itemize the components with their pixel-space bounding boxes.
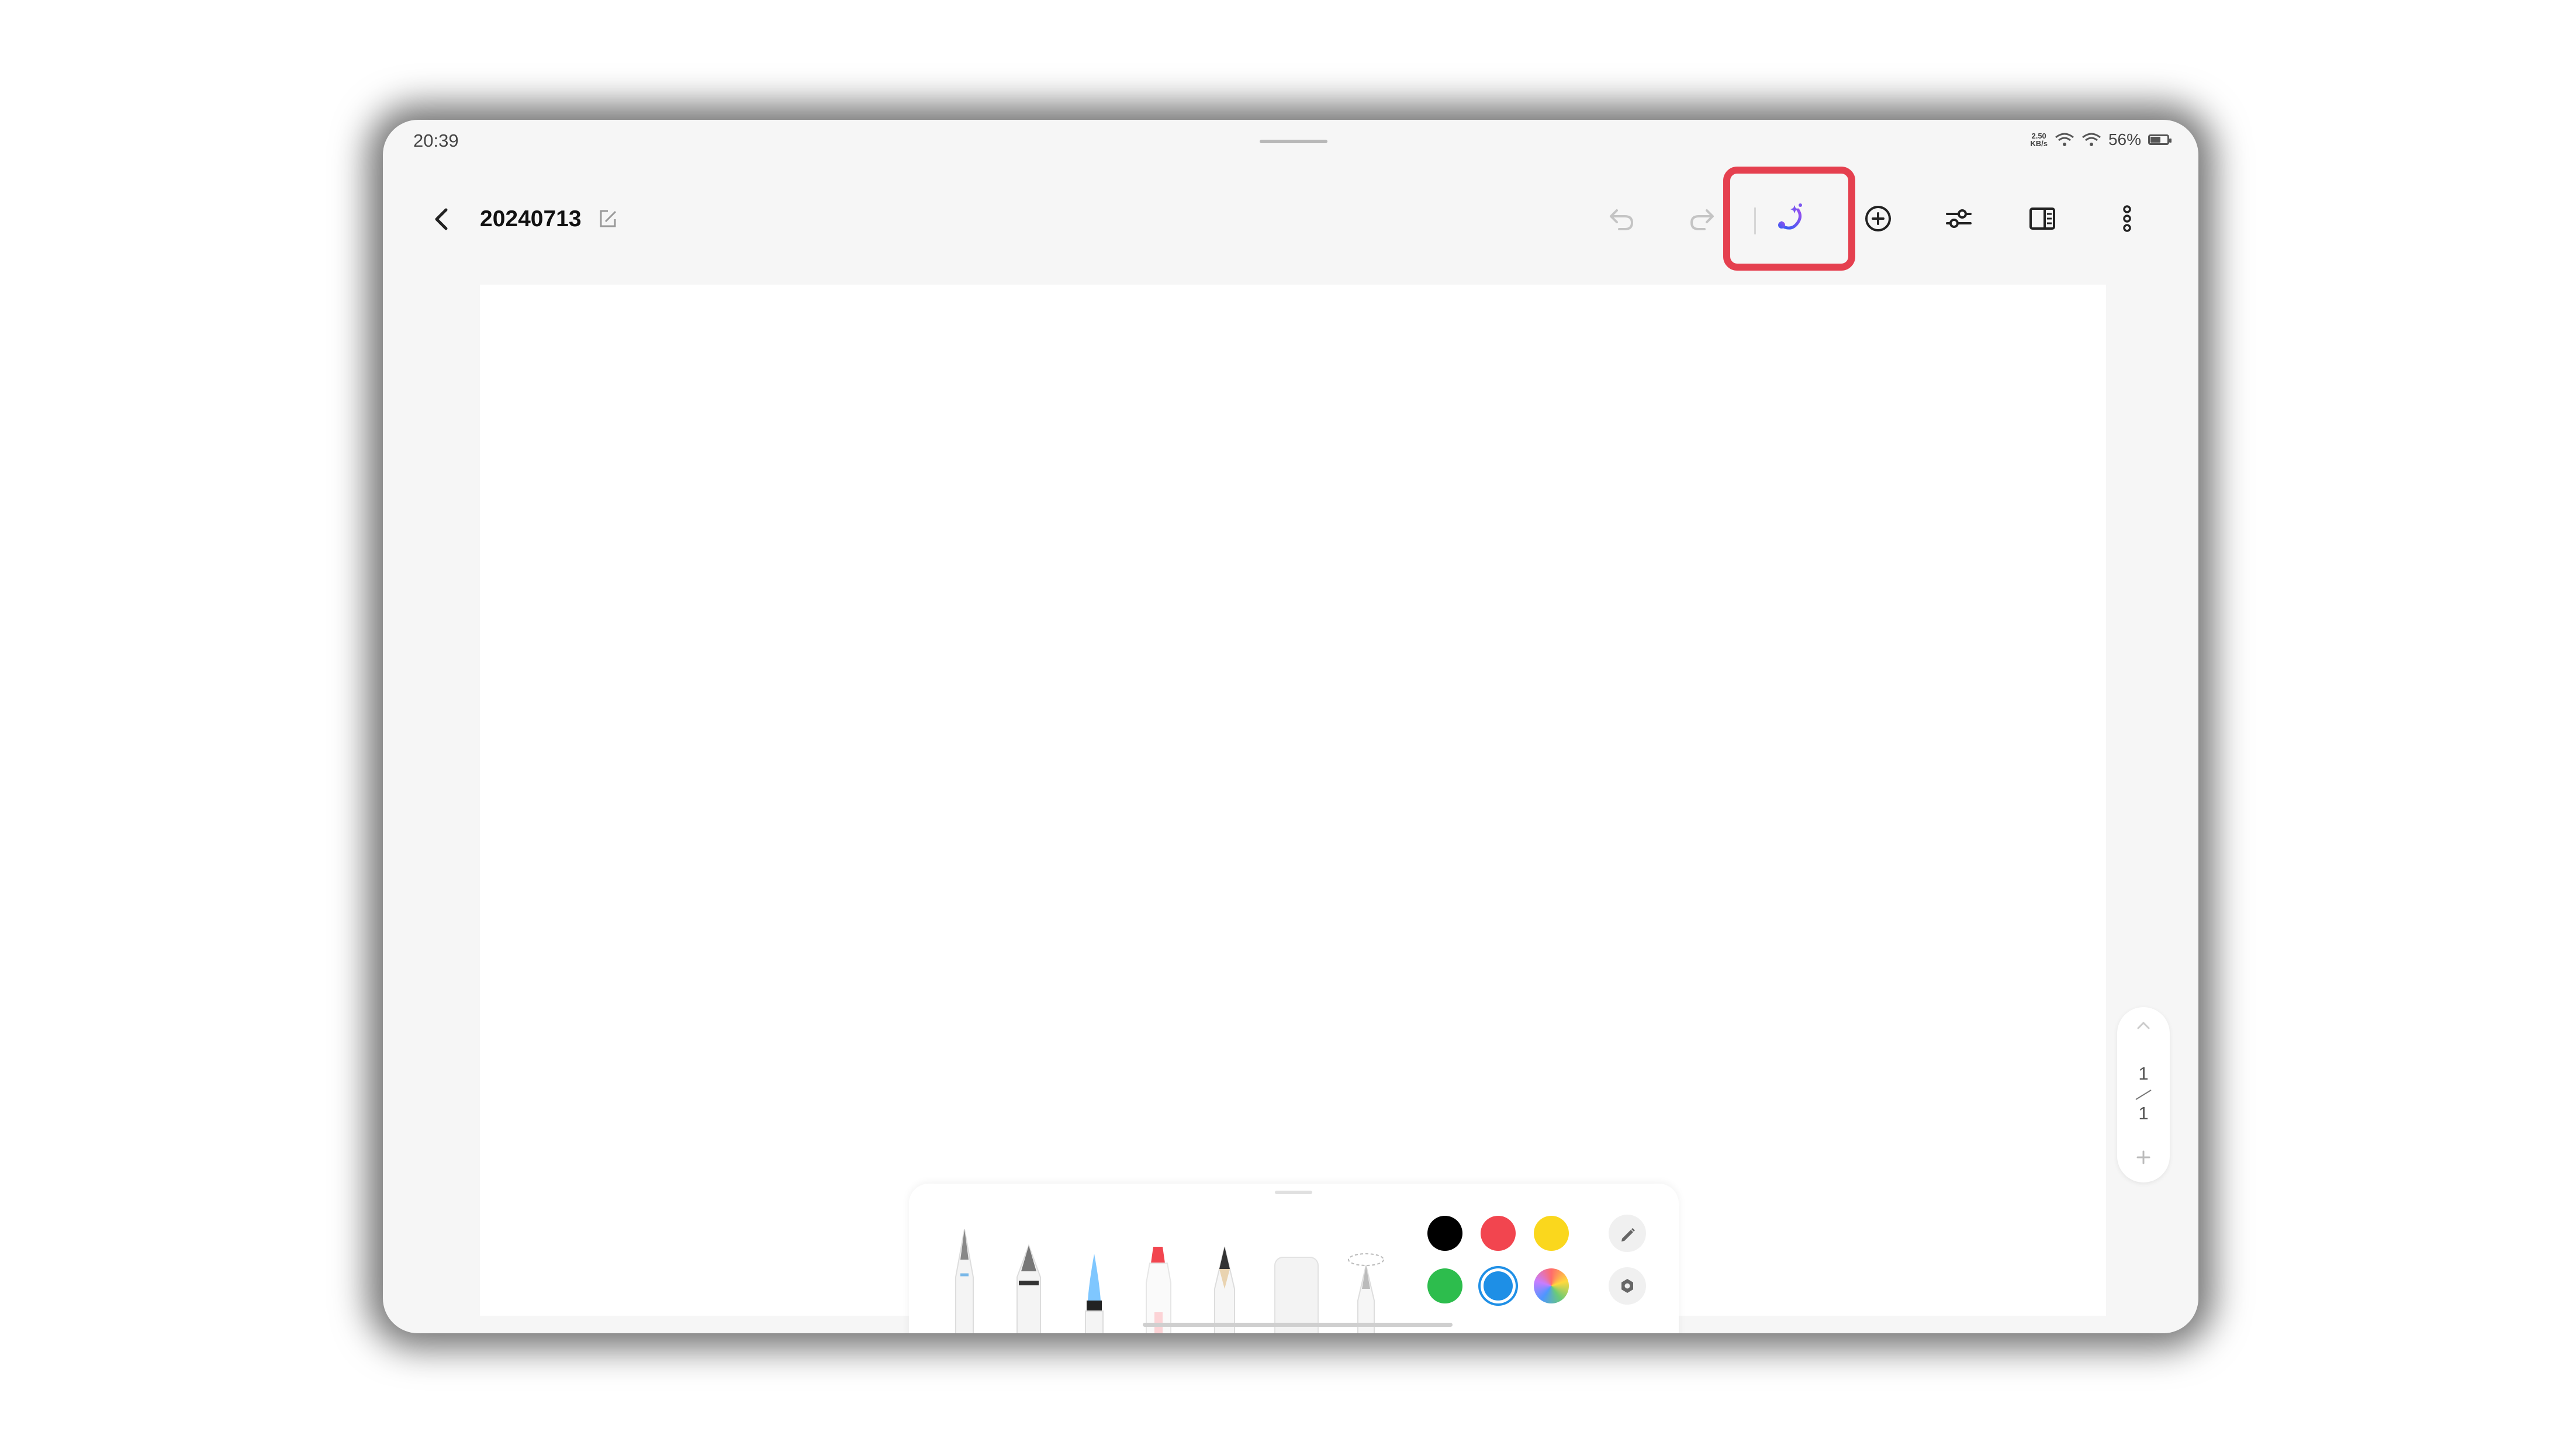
add-button[interactable] <box>1855 196 1901 241</box>
back-button[interactable] <box>425 202 460 237</box>
page-up-icon[interactable] <box>2135 1020 2152 1032</box>
toolbar-grip[interactable] <box>1275 1191 1312 1194</box>
eraser-tool[interactable] <box>1271 1254 1322 1333</box>
page-total: 1 <box>2138 1103 2149 1123</box>
redo-icon <box>1690 209 1714 230</box>
back-icon <box>435 208 448 230</box>
status-time: 20:39 <box>413 130 459 151</box>
page-navigator: 1 1 <box>2117 1007 2170 1182</box>
rename-button[interactable] <box>596 208 620 231</box>
more-button[interactable] <box>2104 196 2150 241</box>
brush-pen-tool[interactable] <box>1074 1248 1115 1333</box>
color-yellow-swatch[interactable] <box>1534 1216 1569 1251</box>
home-indicator[interactable] <box>1143 1323 1453 1327</box>
signal-icon <box>2055 133 2074 146</box>
add-icon <box>1865 206 1891 231</box>
drawing-canvas[interactable] <box>480 285 2106 1316</box>
add-page-icon[interactable] <box>2134 1147 2153 1167</box>
battery-percent: 56% <box>2108 130 2141 148</box>
color-red-swatch[interactable] <box>1481 1216 1516 1251</box>
rename-icon <box>600 210 617 227</box>
highlight-box <box>1723 167 1855 271</box>
toolbar-settings-button[interactable] <box>1609 1267 1646 1305</box>
redo-button[interactable] <box>1679 196 1725 241</box>
color-black-swatch[interactable] <box>1427 1216 1462 1251</box>
page-slash <box>2135 1090 2152 1100</box>
color-palette-swatch[interactable] <box>1534 1268 1569 1303</box>
ballpoint-pen-tool[interactable] <box>944 1225 985 1333</box>
adjust-icon <box>1946 209 1972 228</box>
pen-toolbar <box>909 1184 1679 1333</box>
color-blue-swatch[interactable] <box>1484 1271 1513 1301</box>
battery-icon <box>2148 134 2172 145</box>
lasso-tool[interactable] <box>1343 1248 1389 1333</box>
highlighter-tool[interactable] <box>1138 1242 1179 1333</box>
split-view-icon <box>2029 208 2055 230</box>
fountain-pen-tool[interactable] <box>1008 1242 1049 1333</box>
wifi-icon <box>2082 133 2101 146</box>
more-icon <box>2123 205 2131 232</box>
net-speed: 2.50 KB/s <box>2030 132 2048 148</box>
page-current: 1 <box>2138 1063 2149 1084</box>
adjust-button[interactable] <box>1936 196 1982 241</box>
undo-button[interactable] <box>1599 196 1644 241</box>
undo-icon <box>1610 209 1634 230</box>
pen-settings-button[interactable] <box>1609 1215 1646 1252</box>
note-title[interactable]: 20240713 <box>480 203 582 236</box>
color-green-swatch[interactable] <box>1427 1268 1462 1303</box>
tablet-screen: 20:39 2.50 KB/s 56% 20240713 1 1 <box>383 120 2198 1333</box>
window-handle[interactable] <box>1260 140 1327 143</box>
split-view-button[interactable] <box>2020 196 2065 241</box>
status-icons: 2.50 KB/s 56% <box>2030 130 2172 149</box>
pencil-tool[interactable] <box>1204 1242 1245 1333</box>
pen-edit-icon <box>1621 1228 1635 1241</box>
gear-icon <box>1621 1279 1633 1293</box>
